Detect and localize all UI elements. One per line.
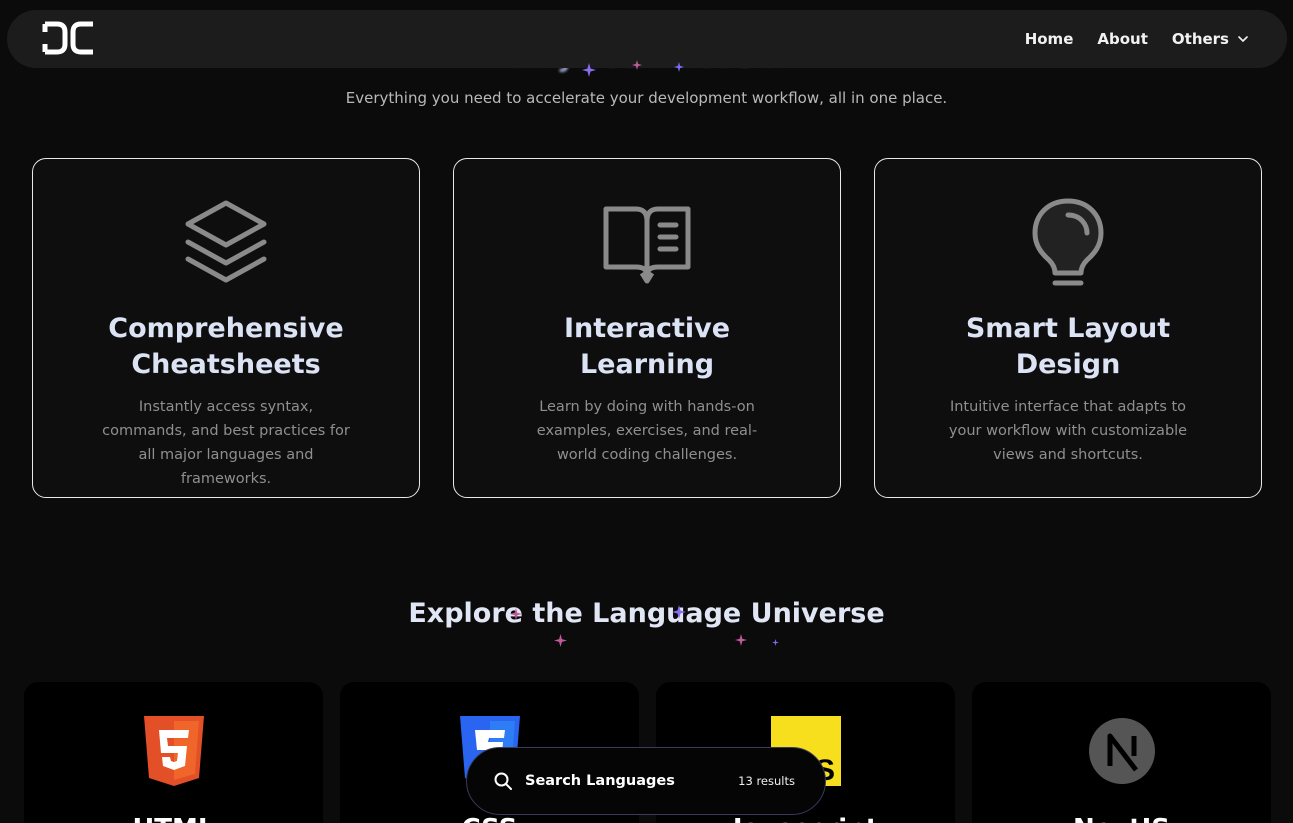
feature-description: Intuitive interface that adapts to your … (948, 399, 1188, 463)
html5-icon (143, 716, 204, 786)
nav-about-link[interactable]: About (1097, 30, 1148, 48)
feature-title: Comprehensive Cheatsheets (108, 313, 344, 380)
lightbulb-icon (1032, 198, 1104, 286)
feature-cards: Comprehensive Cheatsheets Instantly acce… (32, 158, 1262, 498)
open-book-icon (603, 206, 691, 284)
sparkle-icon (632, 60, 642, 70)
search-result-count: 13 results (738, 774, 795, 788)
feature-title: Interactive Learning (563, 313, 731, 380)
language-name: CSS (462, 814, 518, 823)
feature-description: Instantly access syntax, commands, and b… (102, 399, 350, 487)
explore-section-title: Explore the Language Universe (408, 598, 885, 629)
nav-links: Home About Others (1025, 10, 1249, 68)
language-name: HTML (133, 814, 215, 823)
sparkle-icon (672, 605, 686, 619)
logo-icon[interactable] (41, 20, 95, 56)
feature-description: Learn by doing with hands-on examples, e… (536, 399, 758, 463)
sparkle-icon (554, 634, 567, 647)
nextjs-icon (1088, 718, 1155, 784)
feature-title: Smart Layout Design (965, 313, 1171, 380)
sparkle-icon (674, 62, 684, 72)
nav-others-label: Others (1171, 30, 1229, 48)
nav-home-link[interactable]: Home (1025, 30, 1074, 48)
sparkle-icon (772, 639, 779, 646)
search-languages-button[interactable]: Search Languages 13 results (466, 747, 826, 815)
sparkle-icon (582, 63, 596, 77)
search-icon (494, 772, 512, 790)
feature-card-interactive-learning[interactable]: Interactive Learning Learn by doing with… (453, 158, 841, 498)
language-name: NextJS (1073, 814, 1170, 823)
nav-others-dropdown[interactable]: Others (1172, 30, 1249, 48)
chevron-down-icon (1238, 36, 1248, 43)
sparkle-icon (735, 634, 747, 646)
language-name: Javascript (733, 814, 878, 823)
search-label: Search Languages (525, 773, 675, 789)
feature-card-smart-layout[interactable]: Smart Layout Design Intuitive interface … (874, 158, 1262, 498)
feature-card-cheatsheets[interactable]: Comprehensive Cheatsheets Instantly acce… (32, 158, 420, 498)
navbar: Home About Others (7, 10, 1287, 68)
language-card-nextjs[interactable]: NextJS (972, 682, 1271, 823)
sparkle-icon (510, 608, 522, 620)
language-card-html[interactable]: HTML (24, 682, 323, 823)
why-section-subtitle: Everything you need to accelerate your d… (345, 89, 948, 107)
layers-icon (185, 200, 267, 283)
